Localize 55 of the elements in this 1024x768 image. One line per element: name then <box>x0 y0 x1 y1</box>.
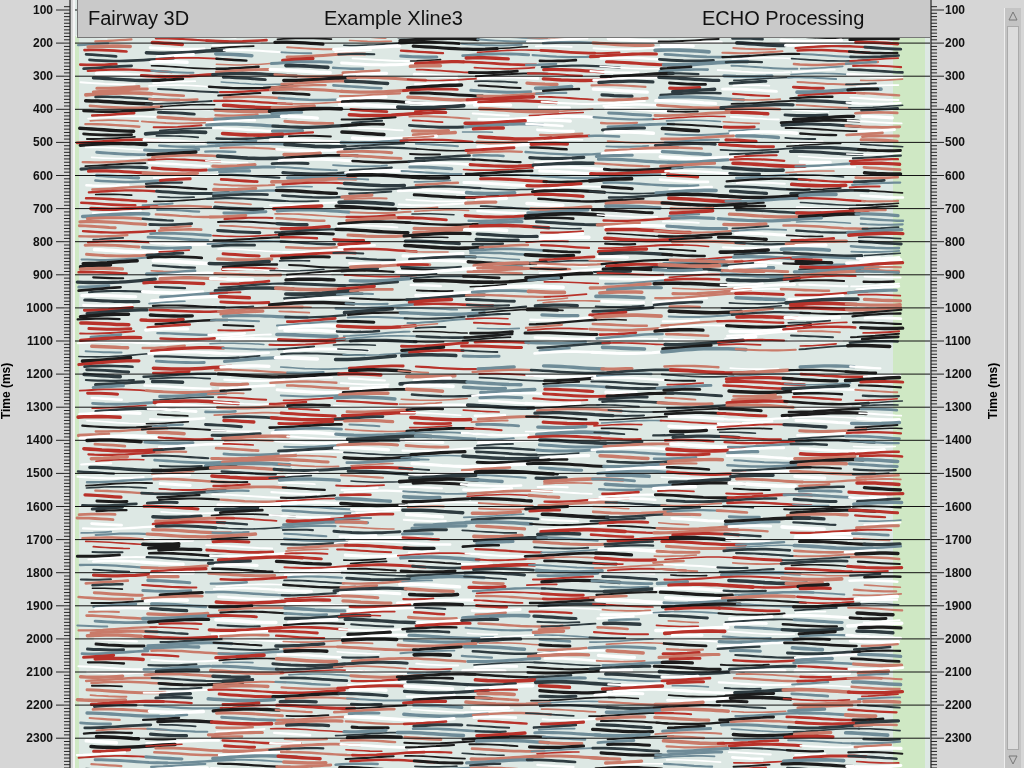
axis-title: Time (ms) <box>0 362 14 420</box>
axis-tick-label: 900 <box>945 266 966 283</box>
axis-tick-label: 2100 <box>945 664 972 680</box>
axis-tick-label: 2300 <box>945 730 972 747</box>
axis-tick-label: 1600 <box>26 498 53 515</box>
axis-tick-label: 1500 <box>26 465 53 482</box>
axis-tick-label: 500 <box>945 134 966 151</box>
axis-tick-label: 600 <box>945 167 966 184</box>
axis-tick-label: 1200 <box>26 366 53 383</box>
axis-tick-label: 1800 <box>26 564 53 581</box>
axis-tick-label: 1100 <box>945 333 972 349</box>
section-title: Example Xline3 <box>324 7 464 30</box>
scrollbar-thumb[interactable] <box>1007 26 1019 750</box>
scroll-up-icon[interactable] <box>1006 9 1020 23</box>
axis-tick-label: 2000 <box>26 630 53 647</box>
axis-tick-label: 800 <box>32 233 53 250</box>
axis-tick-label: 1000 <box>26 299 53 316</box>
axis-tick-label: 2100 <box>26 664 53 680</box>
axis-tick-label: 2200 <box>945 697 972 714</box>
axis-tick-label: 100 <box>945 2 966 18</box>
axis-tick-label: 1700 <box>26 531 53 548</box>
axis-tick-label: 600 <box>32 167 53 184</box>
axis-tick-label: 1500 <box>945 465 972 482</box>
axis-tick-label: 1700 <box>945 531 972 548</box>
axis-tick-label: 2300 <box>26 730 53 747</box>
axis-title: Time (ms) <box>986 362 1001 420</box>
axis-tick-label: 200 <box>945 35 966 52</box>
axis-tick-label: 800 <box>945 233 966 250</box>
axis-tick-label: 300 <box>32 68 53 85</box>
axis-tick-label: 100 <box>32 2 53 18</box>
axis-tick-label: 1900 <box>26 597 53 614</box>
axis-tick-label: 400 <box>32 101 53 118</box>
axis-tick-label: 200 <box>32 35 53 52</box>
axis-tick-label: 1900 <box>945 597 972 614</box>
axis-tick-label: 1600 <box>945 498 972 515</box>
axis-tick-label: 2000 <box>945 630 972 647</box>
axis-tick-label: 1300 <box>945 399 972 416</box>
axis-tick-label: 1800 <box>945 564 972 581</box>
axis-tick-label: 2200 <box>26 697 53 714</box>
axis-tick-label: 1100 <box>26 333 53 349</box>
axis-tick-label: 300 <box>945 68 966 85</box>
axis-tick-label: 700 <box>32 200 53 217</box>
axis-tick-label: 1000 <box>945 299 972 316</box>
section-title: Fairway 3D <box>88 7 191 30</box>
scroll-down-icon[interactable] <box>1006 753 1020 767</box>
axis-tick-label: 1300 <box>26 399 53 416</box>
axis-tick-label: 700 <box>945 200 966 217</box>
vertical-scrollbar[interactable] <box>1004 8 1021 768</box>
axis-tick-label: 1400 <box>26 432 53 449</box>
axis-tick-label: 1200 <box>945 366 972 383</box>
section-title: ECHO Processing <box>702 7 865 30</box>
axis-tick-label: 900 <box>32 266 53 283</box>
axis-tick-label: 500 <box>32 134 53 151</box>
axis-tick-label: 1400 <box>945 432 972 449</box>
axis-tick-label: 400 <box>945 101 966 118</box>
